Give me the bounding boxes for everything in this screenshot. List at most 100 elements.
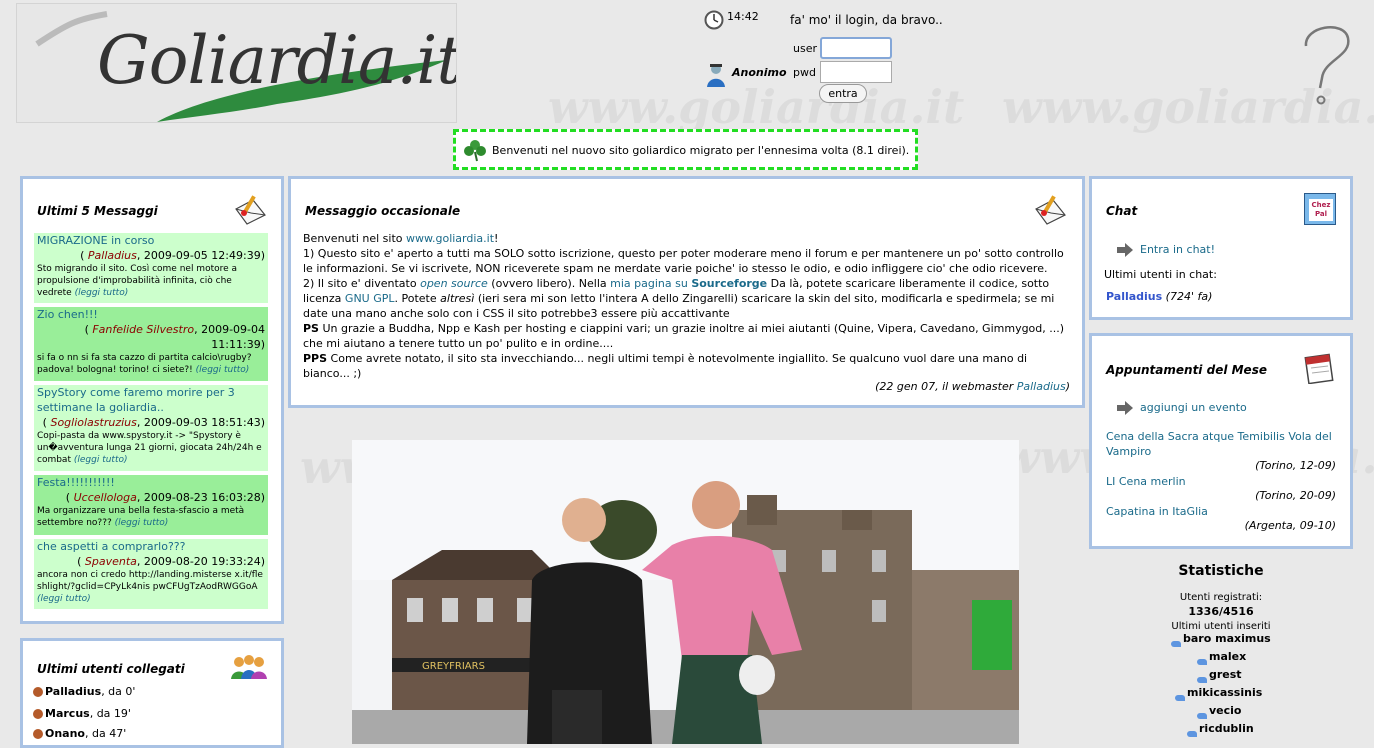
event-title[interactable]: Cena della Sacra atque Temibilis Vola de… (1106, 429, 1342, 459)
occasional-title: Messaggio occasionale (305, 204, 461, 218)
chat-panel: Chat Chez Pal Entra in chat! Ultimi uten… (1089, 176, 1353, 320)
user-entry[interactable]: Marcus, da 19' (33, 707, 131, 720)
chat-title: Chat (1106, 204, 1138, 218)
user-entry[interactable]: Onano, da 47' (33, 727, 126, 740)
new-user[interactable]: ricdublin (1199, 722, 1254, 735)
message-author[interactable]: Palladius (88, 249, 137, 262)
event-meta: (Argenta, 09-10) (1244, 519, 1336, 532)
message-body: Sto migrando il sito. Così come nel moto… (37, 264, 238, 298)
clover-icon (464, 140, 486, 162)
site-link[interactable]: www.goliardia.it (406, 232, 494, 245)
add-event-link[interactable]: aggiungi un evento (1140, 401, 1247, 414)
occasional-text: Benvenuti nel sito www.goliardia.it! 1) … (303, 232, 1065, 380)
gpl-link[interactable]: GNU GPL (345, 292, 395, 305)
message-title[interactable]: SpyStory come faremo morire per 3 settim… (37, 385, 265, 415)
events-title: Appuntamenti del Mese (1106, 363, 1267, 377)
new-user[interactable]: grest (1209, 668, 1242, 681)
new-user-icon (1171, 641, 1181, 647)
read-more-link[interactable]: (leggi tutto) (74, 455, 128, 465)
sourceforge-link[interactable]: mia pagina su Sourceforge (610, 277, 767, 290)
new-user-icon (1197, 677, 1207, 683)
message-author[interactable]: Uccellologa (74, 491, 137, 504)
enter-chat-link[interactable]: Entra in chat! (1140, 243, 1215, 256)
password-input[interactable] (820, 61, 892, 83)
occasional-signature: (22 gen 07, il webmaster Palladius) (875, 380, 1070, 393)
welcome-banner: Benvenuti nel nuovo sito goliardico migr… (453, 129, 918, 170)
calendar-icon (1304, 353, 1334, 384)
user-input[interactable] (820, 37, 892, 59)
message-body: Ma organizzare una bella festa-sfascio a… (37, 506, 245, 528)
background-watermark: www.goliardia.it (548, 80, 965, 134)
message-body: ancora non ci credo http://landing.miste… (37, 570, 263, 604)
read-more-link[interactable]: (leggi tutto) (75, 288, 129, 298)
chat-logo-icon: Chez Pal (1304, 193, 1336, 225)
message-body: si fa o nn si fa sta cazzo di partita ca… (37, 353, 252, 375)
new-user-icon (1197, 713, 1207, 719)
registered-label: Utenti registrati: (1179, 592, 1263, 603)
new-user[interactable]: baro maximus (1183, 632, 1271, 645)
message-item[interactable]: Festa!!!!!!!!!!! ( Uccellologa, 2009-08-… (34, 475, 268, 535)
user-status-icon (33, 709, 43, 719)
event-title[interactable]: Capatina in ItaGlia (1106, 504, 1342, 519)
message-title[interactable]: che aspetti a comprarlo??? (37, 539, 265, 554)
events-panel: Appuntamenti del Mese aggiungi un evento… (1089, 333, 1353, 549)
new-user-icon (1175, 695, 1185, 701)
message-author[interactable]: Sogliolastruzius (50, 416, 136, 429)
new-user[interactable]: mikicassinis (1187, 686, 1262, 699)
user-status-icon (33, 729, 43, 739)
new-user-icon (1187, 731, 1197, 737)
stats-section: Statistiche Utenti registrati: 1336/4516… (1089, 560, 1353, 744)
mail-pencil-icon (235, 195, 266, 225)
new-user-icon (1197, 659, 1207, 665)
anonymous-user-name: Anonimo (732, 66, 787, 79)
message-author[interactable]: Fanfelide Silvestro (92, 323, 194, 336)
user-label: user (793, 42, 817, 55)
read-more-link[interactable]: (leggi tutto) (115, 518, 169, 528)
message-title[interactable]: Zio chen!!! (37, 307, 265, 322)
message-meta: ( Spaventa, 2009-08-20 19:33:24) (77, 555, 265, 568)
registered-value: 1336/4516 (1188, 605, 1254, 618)
message-author[interactable]: Spaventa (85, 555, 137, 568)
message-meta: ( Uccellologa, 2009-08-23 16:03:28) (65, 491, 265, 504)
webmaster-link[interactable]: Palladius (1017, 380, 1066, 393)
pub-sign-text: GREYFRIARS (422, 661, 485, 672)
last-inserted-label: Ultimi utenti inseriti (1171, 621, 1271, 632)
message-title[interactable]: MIGRAZIONE in corso (37, 233, 265, 248)
login-message: fa' mo' il login, da bravo.. (790, 13, 943, 27)
users-group-icon (231, 655, 267, 679)
message-item[interactable]: che aspetti a comprarlo??? ( Spaventa, 2… (34, 539, 268, 609)
message-meta: ( Sogliolastruzius, 2009-09-03 18:51:43) (42, 416, 265, 429)
photo-image: GREYFRIARS (352, 440, 1019, 744)
chat-user[interactable]: Palladius (724' fa) (1106, 290, 1212, 303)
login-button[interactable]: entra (819, 84, 867, 103)
message-item[interactable]: SpyStory come faremo morire per 3 settim… (34, 385, 268, 471)
arrow-right-icon (1117, 401, 1133, 415)
occasional-message-panel: Messaggio occasionale Benvenuti nel sito… (288, 176, 1085, 408)
message-title[interactable]: Festa!!!!!!!!!!! (37, 475, 265, 490)
user-status-icon (33, 687, 43, 697)
chat-last-users-label: Ultimi utenti in chat: (1104, 268, 1217, 281)
open-source-link[interactable]: open source (420, 277, 488, 290)
read-more-link[interactable]: (leggi tutto) (37, 594, 91, 604)
site-logo[interactable]: Goliardia.it (16, 3, 457, 123)
new-user[interactable]: malex (1209, 650, 1246, 663)
message-meta: ( Fanfelide Silvestro, 2009-09-04 11:11:… (84, 323, 265, 351)
last-users-title: Ultimi utenti collegati (37, 662, 185, 676)
featured-photo: GREYFRIARS (352, 440, 1019, 744)
banner-text: Benvenuti nel nuovo sito goliardico migr… (492, 144, 910, 157)
clock-icon (704, 10, 724, 30)
logo-text: Goliardia.it (97, 22, 457, 99)
arrow-right-icon (1117, 243, 1133, 257)
stats-title: Statistiche (1178, 563, 1264, 579)
message-body: Copi-pasta da www.spystory.it -> "Spysto… (37, 431, 262, 465)
new-user[interactable]: vecio (1209, 704, 1241, 717)
message-item[interactable]: Zio chen!!! ( Fanfelide Silvestro, 2009-… (34, 307, 268, 381)
read-more-link[interactable]: (leggi tutto) (196, 365, 250, 375)
clock-time: 14:42 (727, 10, 759, 23)
anonymous-user-icon (707, 64, 725, 87)
help-question-icon[interactable] (1298, 16, 1358, 108)
user-entry[interactable]: Palladius, da 0' (33, 685, 135, 698)
event-meta: (Torino, 12-09) (1255, 459, 1336, 472)
message-item[interactable]: MIGRAZIONE in corso ( Palladius, 2009-09… (34, 233, 268, 303)
event-title[interactable]: LI Cena merlin (1106, 474, 1342, 489)
